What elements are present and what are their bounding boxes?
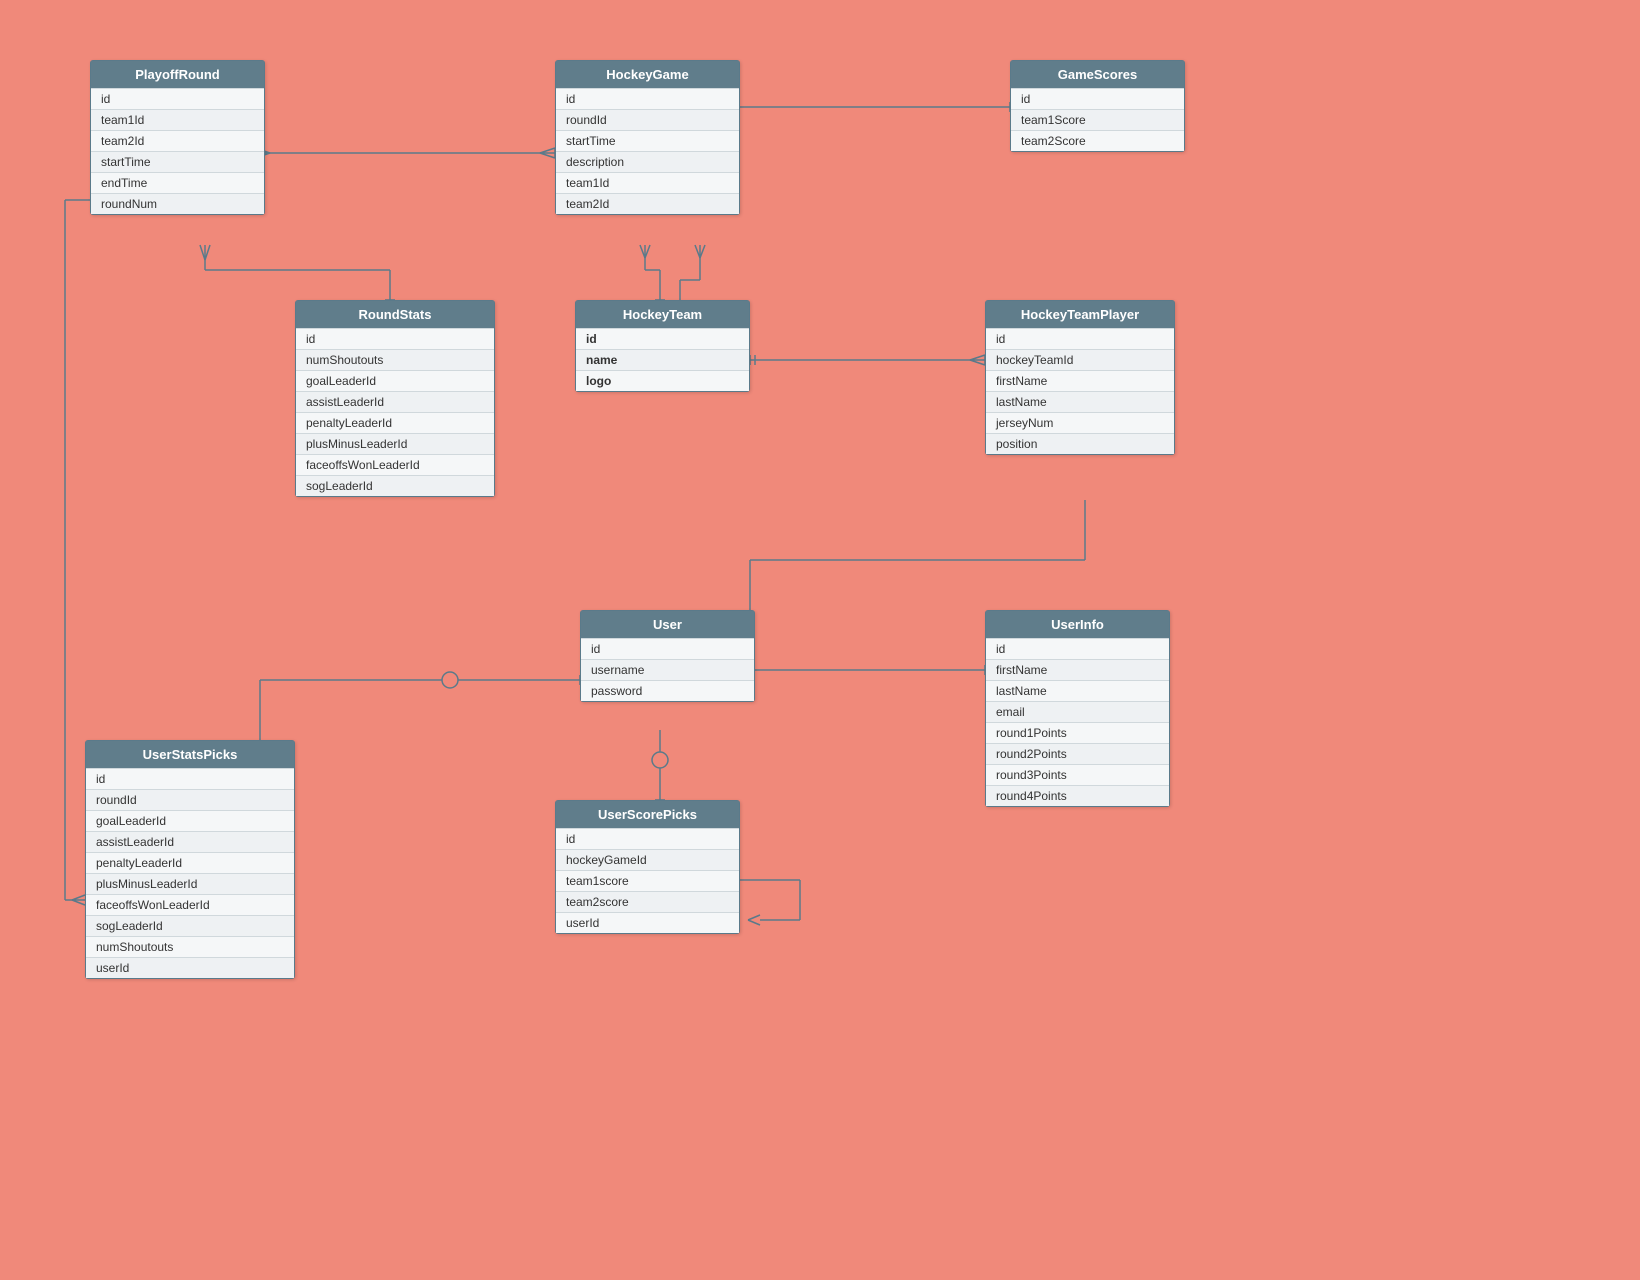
field-ui-firstname: firstName	[986, 659, 1169, 680]
field-htp-id: id	[986, 328, 1174, 349]
field-pr-endtime: endTime	[91, 172, 264, 193]
field-htp-firstname: firstName	[986, 370, 1174, 391]
entity-game-scores: GameScores id team1Score team2Score	[1010, 60, 1185, 152]
field-hg-description: description	[556, 151, 739, 172]
field-gs-id: id	[1011, 88, 1184, 109]
field-htp-position: position	[986, 433, 1174, 454]
entity-user-info: UserInfo id firstName lastName email rou…	[985, 610, 1170, 807]
field-rs-sogleaderid: sogLeaderId	[296, 475, 494, 496]
entity-header-user-info: UserInfo	[986, 611, 1169, 638]
field-ui-lastname: lastName	[986, 680, 1169, 701]
entity-hockey-team: HockeyTeam id name logo	[575, 300, 750, 392]
entity-user: User id username password	[580, 610, 755, 702]
field-gs-team2score: team2Score	[1011, 130, 1184, 151]
field-ht-logo: logo	[576, 370, 749, 391]
entity-playoff-round: PlayoffRound id team1Id team2Id startTim…	[90, 60, 265, 215]
entity-header-playoff-round: PlayoffRound	[91, 61, 264, 88]
entity-user-stats-picks: UserStatsPicks id roundId goalLeaderId a…	[85, 740, 295, 979]
field-usp-penaltyleaderid: penaltyLeaderId	[86, 852, 294, 873]
field-ht-name: name	[576, 349, 749, 370]
field-pr-team1id: team1Id	[91, 109, 264, 130]
entity-header-game-scores: GameScores	[1011, 61, 1184, 88]
field-uscp-team2score: team2score	[556, 891, 739, 912]
entity-header-hockey-team-player: HockeyTeamPlayer	[986, 301, 1174, 328]
field-uscp-hockeygameid: hockeyGameId	[556, 849, 739, 870]
entity-header-user-stats-picks: UserStatsPicks	[86, 741, 294, 768]
entity-header-user: User	[581, 611, 754, 638]
field-ui-round2points: round2Points	[986, 743, 1169, 764]
field-hg-team2id: team2Id	[556, 193, 739, 214]
field-htp-lastname: lastName	[986, 391, 1174, 412]
field-u-id: id	[581, 638, 754, 659]
entity-header-user-score-picks: UserScorePicks	[556, 801, 739, 828]
field-usp-goalleaderid: goalLeaderId	[86, 810, 294, 831]
field-rs-penaltyleaderid: penaltyLeaderId	[296, 412, 494, 433]
field-pr-id: id	[91, 88, 264, 109]
field-rs-goalleaderid: goalLeaderId	[296, 370, 494, 391]
field-rs-numshoutouts: numShoutouts	[296, 349, 494, 370]
field-pr-starttime: startTime	[91, 151, 264, 172]
field-usp-faceoffswonleaderid: faceoffsWonLeaderId	[86, 894, 294, 915]
entity-user-score-picks: UserScorePicks id hockeyGameId team1scor…	[555, 800, 740, 934]
field-uscp-team1score: team1score	[556, 870, 739, 891]
field-ui-round1points: round1Points	[986, 722, 1169, 743]
field-ui-id: id	[986, 638, 1169, 659]
field-rs-id: id	[296, 328, 494, 349]
entity-round-stats: RoundStats id numShoutouts goalLeaderId …	[295, 300, 495, 497]
field-rs-plusminusleaderid: plusMinusLeaderId	[296, 433, 494, 454]
field-ht-id: id	[576, 328, 749, 349]
field-ui-round4points: round4Points	[986, 785, 1169, 806]
field-hg-roundid: roundId	[556, 109, 739, 130]
field-htp-hockeyteamid: hockeyTeamId	[986, 349, 1174, 370]
field-ui-email: email	[986, 701, 1169, 722]
field-ui-round3points: round3Points	[986, 764, 1169, 785]
field-hg-id: id	[556, 88, 739, 109]
field-uscp-userid: userId	[556, 912, 739, 933]
field-usp-numshoutouts: numShoutouts	[86, 936, 294, 957]
field-u-username: username	[581, 659, 754, 680]
entity-header-hockey-team: HockeyTeam	[576, 301, 749, 328]
field-rs-assistleaderid: assistLeaderId	[296, 391, 494, 412]
field-hg-starttime: startTime	[556, 130, 739, 151]
field-usp-id: id	[86, 768, 294, 789]
field-hg-team1id: team1Id	[556, 172, 739, 193]
field-usp-sogleaderid: sogLeaderId	[86, 915, 294, 936]
field-usp-userid: userId	[86, 957, 294, 978]
entity-hockey-team-player: HockeyTeamPlayer id hockeyTeamId firstNa…	[985, 300, 1175, 455]
entity-hockey-game: HockeyGame id roundId startTime descript…	[555, 60, 740, 215]
field-rs-faceoffswonleaderid: faceoffsWonLeaderId	[296, 454, 494, 475]
field-pr-team2id: team2Id	[91, 130, 264, 151]
field-u-password: password	[581, 680, 754, 701]
field-uscp-id: id	[556, 828, 739, 849]
field-htp-jerseynum: jerseyNum	[986, 412, 1174, 433]
entity-header-round-stats: RoundStats	[296, 301, 494, 328]
field-gs-team1score: team1Score	[1011, 109, 1184, 130]
field-usp-roundid: roundId	[86, 789, 294, 810]
entity-header-hockey-game: HockeyGame	[556, 61, 739, 88]
diagram-container: PlayoffRound id team1Id team2Id startTim…	[0, 0, 1640, 1280]
field-pr-roundnum: roundNum	[91, 193, 264, 214]
field-usp-assistleaderid: assistLeaderId	[86, 831, 294, 852]
field-usp-plusminusleaderid: plusMinusLeaderId	[86, 873, 294, 894]
